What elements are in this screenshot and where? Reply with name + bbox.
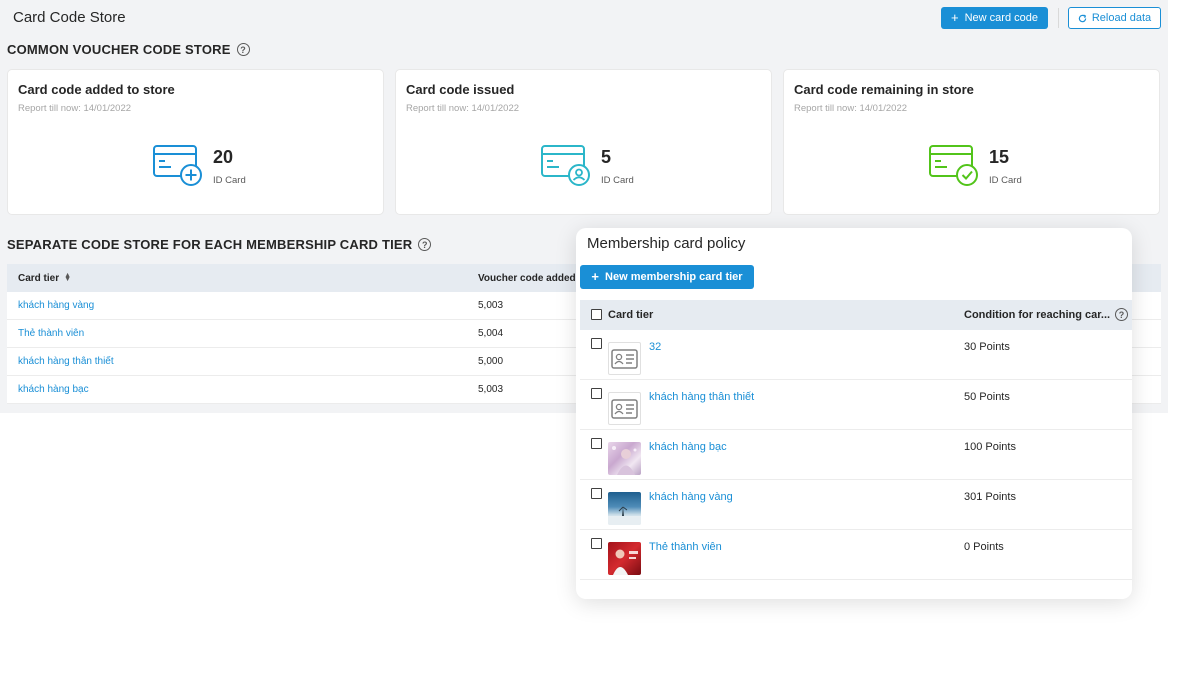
stat-card-issued: Card code issued Report till now: 14/01/… xyxy=(395,69,772,215)
condition-value: 100 Points xyxy=(964,441,1016,453)
plus-icon: + xyxy=(951,10,959,25)
reload-data-button[interactable]: Reload data xyxy=(1068,7,1161,29)
separate-code-title-text: SEPARATE CODE STORE FOR EACH MEMBERSHIP … xyxy=(7,237,413,252)
column-condition: Condition for reaching car... xyxy=(964,309,1111,321)
stat-card-subtitle: Report till now: 14/01/2022 xyxy=(406,103,520,114)
reload-icon xyxy=(1078,14,1087,22)
column-card-tier[interactable]: Card tier ▲ ▼ xyxy=(18,272,71,284)
plus-icon: + xyxy=(591,269,600,284)
separate-code-section-title: SEPARATE CODE STORE FOR EACH MEMBERSHIP … xyxy=(7,237,432,252)
id-card-icon xyxy=(608,342,641,375)
tier-link[interactable]: khách hàng vàng xyxy=(18,300,94,311)
stat-card-title: Card code added to store xyxy=(18,82,175,97)
stat-card-value: 5 xyxy=(601,147,612,167)
row-checkbox[interactable] xyxy=(591,488,602,499)
column-voucher-added: Voucher code added xyxy=(478,272,576,284)
stat-card-unit: ID Card xyxy=(989,175,1022,186)
stat-card-title: Card code issued xyxy=(406,82,515,97)
stat-card-remaining: Card code remaining in store Report till… xyxy=(783,69,1160,215)
membership-card-policy-panel: Membership card policy + New membership … xyxy=(576,228,1132,599)
new-membership-tier-button[interactable]: + New membership card tier xyxy=(580,265,754,289)
panel-title: Membership card policy xyxy=(587,235,746,252)
stat-card-subtitle: Report till now: 14/01/2022 xyxy=(18,103,132,114)
table-row: khách hàng thân thiết 50 Points xyxy=(580,380,1132,430)
stat-card-unit: ID Card xyxy=(213,175,246,186)
tier-name-link[interactable]: khách hàng bạc xyxy=(649,441,727,453)
row-checkbox[interactable] xyxy=(591,538,602,549)
stat-card-title: Card code remaining in store xyxy=(794,82,974,97)
tier-name-link[interactable]: 32 xyxy=(649,341,661,353)
id-card-icon xyxy=(608,392,641,425)
condition-value: 0 Points xyxy=(964,541,1004,553)
condition-value: 30 Points xyxy=(964,341,1010,353)
toolbar-divider xyxy=(1058,8,1059,28)
voucher-added-value: 5,000 xyxy=(478,356,504,367)
page-title: Card Code Store xyxy=(13,9,126,26)
column-card-tier-label: Card tier xyxy=(18,272,60,284)
policy-table-header: Card tier Condition for reaching car... … xyxy=(580,300,1132,330)
column-card-tier: Card tier xyxy=(608,309,654,321)
stat-card-subtitle: Report till now: 14/01/2022 xyxy=(794,103,908,114)
top-bar: Card Code Store + New card code Reload d… xyxy=(0,0,1168,36)
help-icon[interactable]: ? xyxy=(418,238,432,251)
tier-thumbnail-image xyxy=(608,442,641,475)
help-icon[interactable]: ? xyxy=(236,43,250,56)
tier-name-link[interactable]: khách hàng thân thiết xyxy=(649,391,754,403)
stat-card-value: 15 xyxy=(989,147,1010,167)
condition-value: 301 Points xyxy=(964,491,1016,503)
new-card-code-label: New card code xyxy=(964,12,1038,24)
table-row: khách hàng bạc 100 Points xyxy=(580,430,1132,480)
table-row: Thẻ thành viên 0 Points xyxy=(580,530,1132,580)
stat-card-added: Card code added to store Report till now… xyxy=(7,69,384,215)
voucher-added-value: 5,003 xyxy=(478,300,504,311)
table-row: khách hàng vàng 301 Points xyxy=(580,480,1132,530)
condition-value: 50 Points xyxy=(964,391,1010,403)
tier-name-link[interactable]: khách hàng vàng xyxy=(649,491,733,503)
tier-thumbnail-image xyxy=(608,542,641,575)
stat-card-unit: ID Card xyxy=(601,175,634,186)
row-checkbox[interactable] xyxy=(591,438,602,449)
tier-name-link[interactable]: Thẻ thành viên xyxy=(649,541,722,553)
row-checkbox[interactable] xyxy=(591,338,602,349)
stat-card-value: 20 xyxy=(213,147,234,167)
card-user-icon xyxy=(541,145,590,186)
new-card-code-button[interactable]: + New card code xyxy=(941,7,1048,29)
card-add-icon xyxy=(153,145,202,186)
card-check-icon xyxy=(929,145,978,186)
tier-link[interactable]: khách hàng thân thiết xyxy=(18,356,114,367)
sort-icon[interactable]: ▲ ▼ xyxy=(64,272,71,283)
voucher-added-value: 5,004 xyxy=(478,328,504,339)
row-checkbox[interactable] xyxy=(591,388,602,399)
help-icon[interactable]: ? xyxy=(1115,308,1128,321)
common-voucher-section-title: COMMON VOUCHER CODE STORE ? xyxy=(7,42,250,57)
new-membership-tier-label: New membership card tier xyxy=(605,271,743,283)
common-voucher-title-text: COMMON VOUCHER CODE STORE xyxy=(7,42,231,57)
table-row: 32 30 Points xyxy=(580,330,1132,380)
tier-thumbnail-image xyxy=(608,492,641,525)
tier-link[interactable]: Thẻ thành viên xyxy=(18,328,84,339)
voucher-added-value: 5,003 xyxy=(478,384,504,395)
select-all-checkbox[interactable] xyxy=(591,309,602,320)
reload-data-label: Reload data xyxy=(1091,12,1152,24)
tier-link[interactable]: khách hàng bạc xyxy=(18,384,89,395)
